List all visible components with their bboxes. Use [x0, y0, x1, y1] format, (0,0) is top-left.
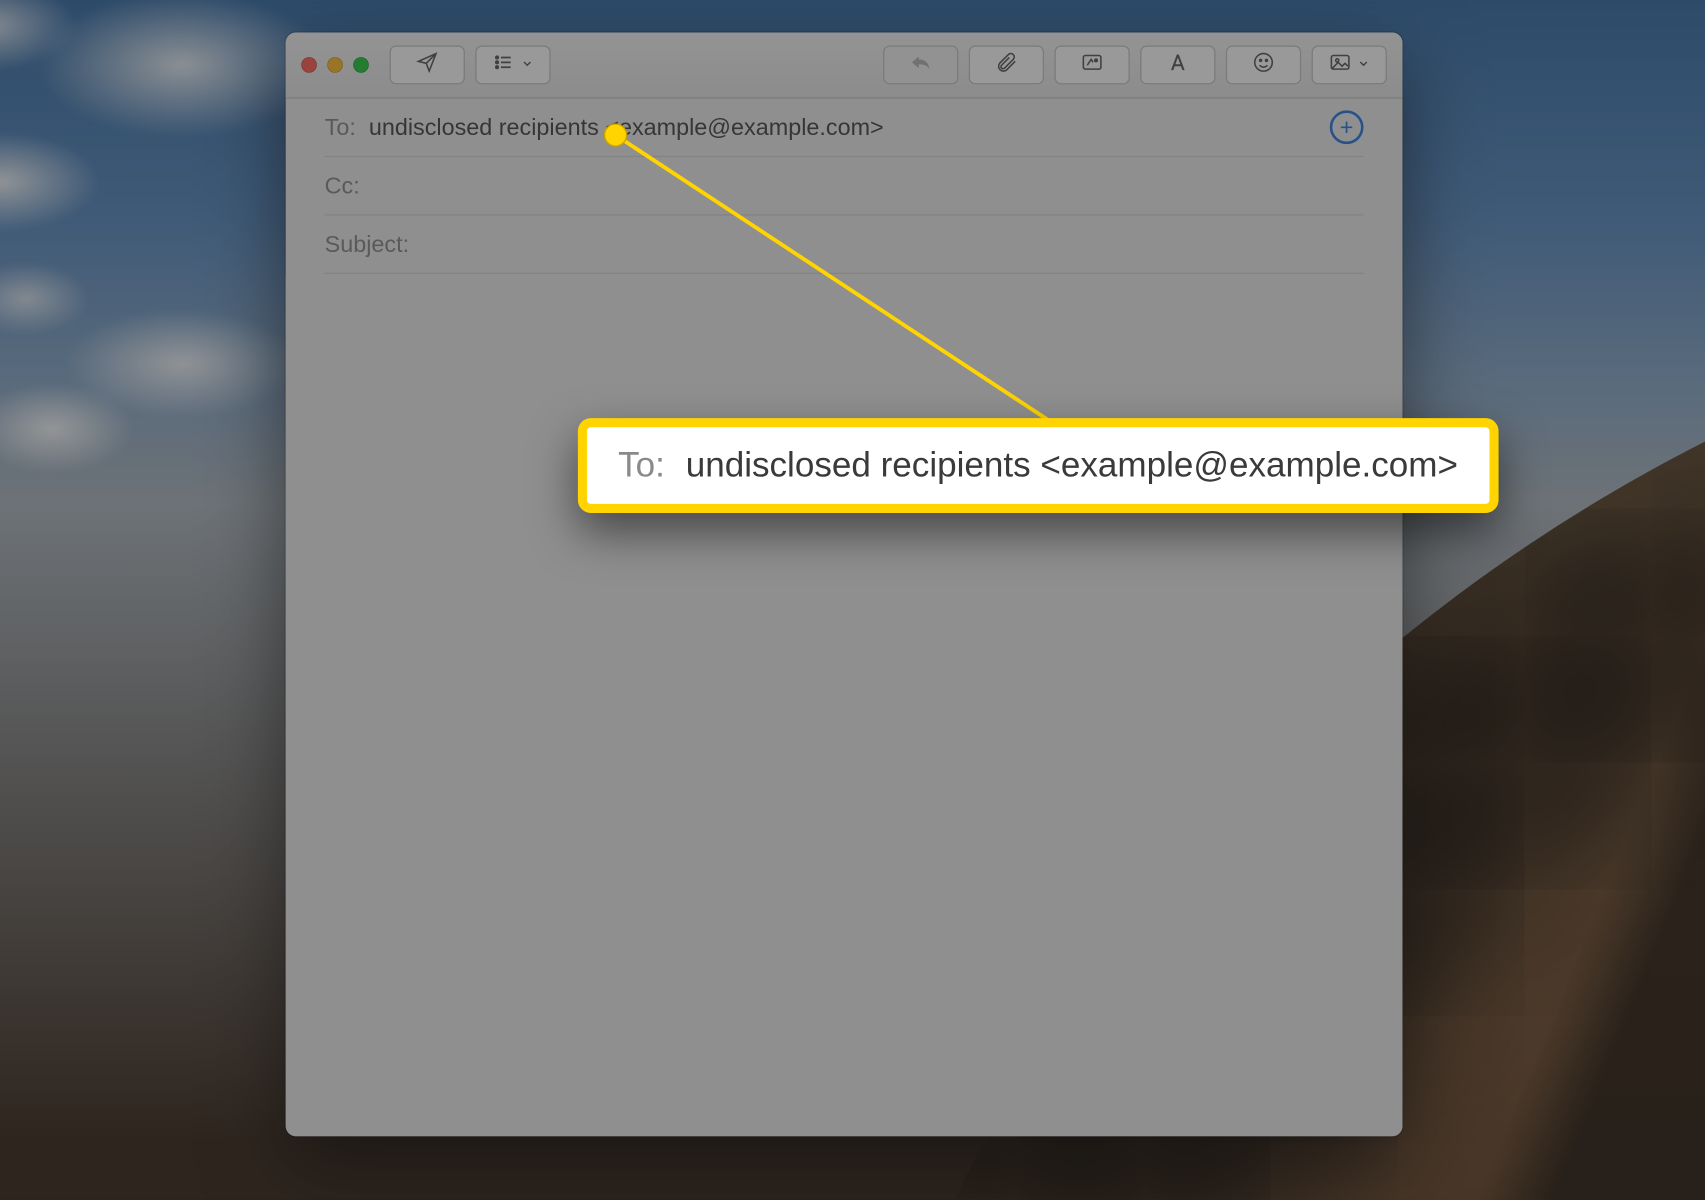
chevron-down-icon — [1352, 53, 1370, 76]
photo-icon — [1328, 50, 1351, 80]
add-recipient-button[interactable]: + — [1330, 110, 1364, 144]
to-value[interactable]: undisclosed recipients <example@example.… — [369, 114, 1330, 141]
callout-to-label: To: — [618, 445, 665, 485]
message-body[interactable] — [286, 277, 1403, 1137]
emoji-icon — [1252, 50, 1275, 80]
emoji-button[interactable] — [1226, 45, 1301, 84]
callout-to-value: undisclosed recipients <example@example.… — [686, 445, 1458, 485]
minimize-window-button[interactable] — [327, 57, 343, 73]
media-browser-button[interactable] — [1312, 45, 1387, 84]
attach-button[interactable] — [969, 45, 1044, 84]
to-label: To: — [325, 114, 356, 141]
markup-icon — [1080, 50, 1103, 80]
send-icon — [416, 50, 439, 80]
header-fields-button[interactable] — [475, 45, 550, 84]
close-window-button[interactable] — [301, 57, 317, 73]
compose-header-fields: To: undisclosed recipients <example@exam… — [286, 99, 1403, 274]
subject-field-row[interactable]: Subject: — [325, 216, 1364, 274]
window-controls — [301, 57, 369, 73]
mail-compose-window: To: undisclosed recipients <example@exam… — [286, 32, 1403, 1136]
markup-button[interactable] — [1054, 45, 1129, 84]
cc-field-row[interactable]: Cc: — [325, 157, 1364, 215]
titlebar — [286, 32, 1403, 98]
zoom-window-button[interactable] — [353, 57, 369, 73]
reply-icon — [909, 50, 932, 80]
chevron-down-icon — [516, 53, 534, 76]
subject-label: Subject: — [325, 231, 409, 258]
paperclip-icon — [995, 50, 1018, 80]
list-icon — [492, 50, 515, 80]
plus-circle-icon: + — [1340, 116, 1354, 139]
format-icon — [1166, 50, 1189, 80]
callout-highlight: To: undisclosed recipients <example@exam… — [578, 418, 1498, 513]
to-field-row[interactable]: To: undisclosed recipients <example@exam… — [325, 99, 1364, 157]
cc-label: Cc: — [325, 172, 360, 199]
send-button[interactable] — [390, 45, 465, 84]
reply-button[interactable] — [883, 45, 958, 84]
format-button[interactable] — [1140, 45, 1215, 84]
